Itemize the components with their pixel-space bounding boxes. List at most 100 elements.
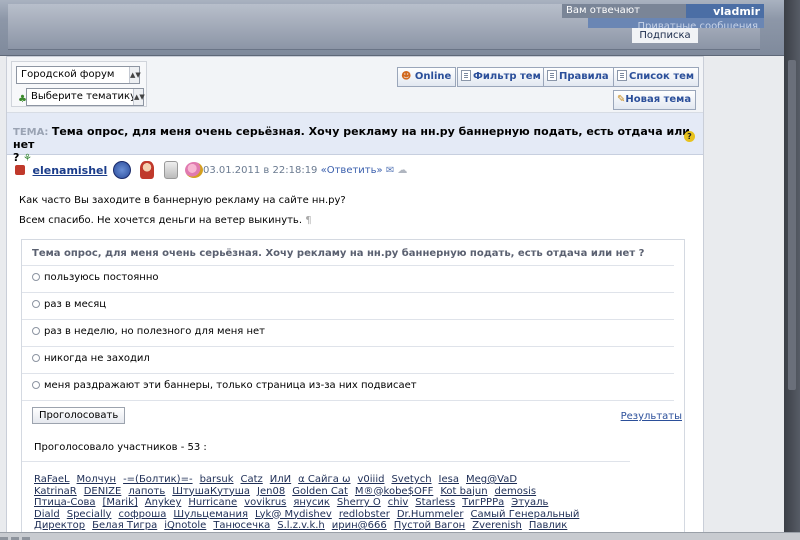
radio-button[interactable]	[32, 381, 40, 389]
voter-link[interactable]: [Marik]	[103, 497, 138, 508]
radio-button[interactable]	[32, 300, 40, 308]
voter-link[interactable]: chiv	[388, 497, 409, 508]
filter-label: Фильтр тем	[473, 71, 541, 82]
topic-list-label: Список тем	[629, 71, 695, 82]
voter-link[interactable]: Павлик	[529, 520, 567, 531]
voter-link[interactable]: Пустой Вагон	[394, 520, 465, 531]
results-link[interactable]: Результаты	[621, 411, 682, 422]
topic-list-button[interactable]: Список тем	[613, 67, 700, 87]
forum-select-value: Городской форум	[21, 69, 115, 80]
radio-button[interactable]	[32, 327, 40, 335]
voter-link[interactable]: лапоть	[128, 486, 165, 497]
poll-option[interactable]: раз в неделю, но полезного для меня нет	[22, 319, 674, 346]
voter-link[interactable]: Hurricane	[188, 497, 237, 508]
voter-link[interactable]: redlobster	[339, 509, 390, 520]
poll-option[interactable]: никогда не заходил	[22, 346, 674, 373]
new-topic-button[interactable]: ✎Новая тема	[613, 90, 697, 110]
voter-link[interactable]: Meg@VaD	[466, 474, 517, 485]
user-icon: ☻	[401, 71, 412, 82]
voters-list: RaFaeL Молчун -=(Болтик)=- barsuk Catz ИлИ α С…	[22, 462, 684, 532]
poll-option[interactable]: пользуюсь постоянно	[22, 265, 674, 292]
cup-icon	[163, 161, 178, 179]
private-messages-link[interactable]: Приватные сообщения	[588, 18, 764, 28]
rules-button[interactable]: Правила	[543, 67, 614, 87]
voter-link[interactable]: Specially	[67, 509, 112, 520]
voter-link[interactable]: demosis	[495, 486, 537, 497]
voter-link[interactable]: α Сайга ω	[298, 474, 350, 485]
voter-link[interactable]: Starless	[415, 497, 455, 508]
forum-select[interactable]: Городской форум ▲▼	[16, 66, 141, 84]
topic-title: Тема опрос, для меня очень серьёзная. Хо…	[13, 125, 691, 151]
voter-link[interactable]: Jen08	[257, 486, 285, 497]
voter-link[interactable]: Anykey	[145, 497, 182, 508]
theme-select-value: Выберите тематику	[31, 91, 137, 102]
voter-link[interactable]: Diald	[34, 509, 60, 520]
voter-link[interactable]: Директор	[34, 520, 85, 531]
voter-link[interactable]: ИлИ	[270, 474, 291, 485]
voter-link[interactable]: Zverenish	[472, 520, 522, 531]
santa-icon	[140, 161, 155, 179]
voter-link[interactable]: Танюсечка	[213, 520, 270, 531]
voter-link[interactable]: Этуаль	[511, 497, 548, 508]
mail-icon[interactable]: ✉	[386, 165, 394, 176]
voter-link[interactable]: Kot bajun	[440, 486, 487, 497]
page-icon	[617, 70, 627, 81]
voter-link[interactable]: -=(Болтик)=-	[123, 474, 193, 485]
theme-select[interactable]: Выберите тематику ▲▼	[26, 88, 145, 106]
subscription-tab[interactable]: Подписка	[632, 28, 698, 43]
vote-row: Проголосовать Результаты	[22, 400, 682, 430]
online-button[interactable]: ☻ Online	[397, 67, 457, 87]
topic-label: ТЕМА:	[13, 127, 49, 138]
new-topic-label: Новая тема	[625, 94, 692, 105]
voter-link[interactable]: Catz	[241, 474, 263, 485]
voter-link[interactable]: ТигРРРа	[462, 497, 504, 508]
voter-link[interactable]: Iesa	[439, 474, 459, 485]
radio-button[interactable]	[32, 354, 40, 362]
user-status-icon	[15, 165, 25, 175]
voter-link[interactable]: Самый Генеральный	[470, 509, 579, 520]
voter-link[interactable]: M®@kobe$OFF	[355, 486, 433, 497]
voter-link[interactable]: KatrinaR	[34, 486, 77, 497]
answers-link[interactable]: Вам отвечают	[562, 4, 686, 18]
voter-link[interactable]: iQnotole	[164, 520, 206, 531]
voter-link[interactable]: янусик	[293, 497, 330, 508]
voter-link[interactable]: софроша	[118, 509, 166, 520]
voter-link[interactable]: Golden Cat	[292, 486, 348, 497]
badge-star-icon	[112, 161, 131, 179]
vote-button[interactable]: Проголосовать	[32, 407, 126, 424]
post-author[interactable]: elenamishel	[33, 164, 108, 177]
filter-button[interactable]: Фильтр тем	[457, 67, 546, 87]
voter-link[interactable]: barsuk	[200, 474, 234, 485]
voter-link[interactable]: Dr.Hummeler	[397, 509, 464, 520]
voter-link[interactable]: RaFaeL	[34, 474, 70, 485]
voter-link[interactable]: S.l.z.v.k.h	[277, 520, 325, 531]
voter-link[interactable]: ШтушаКутуша	[172, 486, 250, 497]
voter-link[interactable]: Шульцемания	[173, 509, 248, 520]
voter-link[interactable]: Молчун	[77, 474, 117, 485]
page-icon	[547, 70, 557, 81]
radio-button[interactable]	[32, 273, 40, 281]
voter-link[interactable]: ирин@666	[332, 520, 387, 531]
voter-link[interactable]: Lyk@ Mydishev	[255, 509, 332, 520]
poll-option[interactable]: раз в месяц	[22, 292, 674, 319]
voter-link[interactable]: Sherry O	[337, 497, 381, 508]
select-arrow-icon: ▲▼	[129, 67, 141, 83]
voter-link[interactable]: Белая Тигра	[92, 520, 157, 531]
voter-link[interactable]: Svetych	[391, 474, 431, 485]
voter-link[interactable]: DENIZE	[84, 486, 122, 497]
online-label: Online	[414, 71, 452, 82]
voter-link[interactable]: vovikrus	[244, 497, 286, 508]
flower-icon	[185, 162, 204, 178]
voter-link[interactable]: v0iiid	[357, 474, 384, 485]
post-date: 03.01.2011 в 22:18:19 «Ответить» ✉ ☁	[203, 165, 407, 176]
poll-option-label: раз в месяц	[44, 299, 107, 310]
reply-link[interactable]: «Ответить»	[321, 165, 383, 176]
poll-option-label: пользуюсь постоянно	[44, 272, 159, 283]
help-icon[interactable]: ?	[684, 131, 695, 142]
scrollbar-thumb[interactable]	[788, 60, 796, 390]
pilcrow-icon: ¶	[305, 215, 312, 226]
select-group: Городской форум ▲▼ ♣ Выберите тематику ▲…	[11, 61, 147, 107]
poll-option[interactable]: меня раздражают эти баннеры, только стра…	[22, 373, 674, 400]
voter-link[interactable]: Птица-Сова	[34, 497, 96, 508]
window-scrollbar[interactable]	[784, 0, 800, 540]
